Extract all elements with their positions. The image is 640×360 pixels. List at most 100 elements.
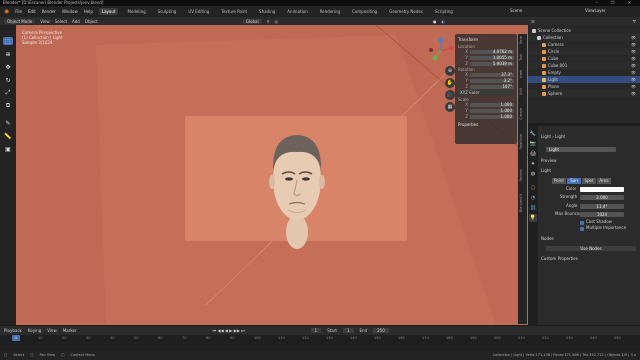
playback-controls[interactable]: ⏮ ◀◀ ◀ ▶ ▶▶ ⏭	[213, 328, 245, 333]
timeline-menu-marker[interactable]: Marker	[63, 328, 77, 333]
blender-logo-icon[interactable]: ◉	[4, 8, 9, 15]
mode-selector[interactable]: Object Mode	[4, 18, 36, 24]
outliner-row[interactable]: Sphere 👁	[528, 90, 640, 97]
end-frame-field[interactable]: 250	[373, 328, 389, 333]
tab-sculpting[interactable]: Sculpting	[155, 8, 180, 15]
select-box-tool-icon[interactable]: ⬚	[3, 37, 13, 45]
constraint-props-icon[interactable]: ⛓	[529, 204, 537, 212]
zoom-icon[interactable]: ⊕	[445, 66, 455, 76]
current-frame-field[interactable]: 1	[310, 328, 322, 333]
rotation-mode-select[interactable]: XYZ Euler	[458, 90, 514, 95]
scale-tool-icon[interactable]: ⤢	[3, 89, 13, 97]
move-tool-icon[interactable]: ✥	[3, 63, 13, 71]
light-type-spot[interactable]: Spot	[582, 178, 596, 184]
tab-animation[interactable]: Animation	[284, 8, 310, 15]
tool-props-icon[interactable]: 🔧	[529, 130, 537, 138]
light-type-area[interactable]: Area	[597, 178, 611, 184]
menu-edit[interactable]: Edit	[28, 9, 36, 14]
color-swatch[interactable]	[580, 187, 624, 192]
location-x-row[interactable]: X 4.0762 m	[458, 49, 514, 54]
max-bounces-field[interactable]: 1024	[580, 212, 624, 217]
outliner-filter-icon[interactable]: ⛛	[633, 19, 640, 24]
add-cube-tool-icon[interactable]: ▣	[3, 145, 13, 153]
use-nodes-button[interactable]: Use Nodes	[546, 246, 636, 251]
light-type-point[interactable]: Point	[552, 178, 566, 184]
custom-properties-header[interactable]: Custom Properties	[541, 256, 578, 262]
sidebar-tab-blenderkit[interactable]: BlenderKit	[519, 194, 526, 212]
cursor-tool-icon[interactable]: ⊕	[3, 50, 13, 58]
menu-file[interactable]: File	[15, 9, 22, 14]
location-z-row[interactable]: Z 5.9039 m	[458, 61, 514, 66]
physics-props-icon[interactable]: ◔	[529, 194, 537, 202]
eye-icon[interactable]: 👁	[631, 62, 636, 69]
location-y-row[interactable]: Y 1.0055 m	[458, 55, 514, 60]
timeline-menu-playback[interactable]: Playback	[4, 328, 22, 333]
menu-render[interactable]: Render	[42, 9, 56, 14]
eye-icon[interactable]: 👁	[631, 48, 636, 55]
rotation-y-row[interactable]: Y 3.2°	[458, 78, 514, 83]
render-props-icon[interactable]: 📷	[529, 140, 537, 148]
light-data-props-icon[interactable]: 💡	[529, 214, 537, 222]
scene-selector[interactable]: Scene	[510, 8, 522, 13]
tab-layout[interactable]: Layout	[98, 8, 119, 15]
tab-rendering[interactable]: Rendering	[317, 8, 343, 15]
sidebar-tab-realtime[interactable]: Realtime	[519, 134, 526, 149]
shading-solid-icon[interactable]: ●	[433, 19, 437, 24]
rotation-z-row[interactable]: Z 107°	[458, 84, 514, 89]
sidebar-tab-edit[interactable]: Edit	[519, 88, 526, 95]
outliner-row[interactable]: Collection 👁	[528, 34, 640, 41]
snap-icon[interactable]: ⚲	[267, 19, 270, 24]
scale-y-row[interactable]: Y 1.000	[458, 108, 514, 113]
outliner-row[interactable]: Cube.001 👁	[528, 62, 640, 69]
tab-shading[interactable]: Shading	[256, 8, 278, 15]
measure-tool-icon[interactable]: 📏	[3, 132, 13, 140]
sidebar-tab-view[interactable]: View	[519, 70, 526, 78]
viewport-menu-select[interactable]: Select	[55, 19, 67, 24]
transform-tool-icon[interactable]: ⧉	[3, 102, 13, 110]
properties-header[interactable]: Properties	[458, 122, 514, 127]
navigation-gizmo[interactable]	[426, 36, 456, 66]
perspective-grid-icon[interactable]: ▦	[445, 102, 455, 112]
scene-props-icon[interactable]: ✦	[529, 160, 537, 168]
timeline-menu-view[interactable]: View	[47, 328, 57, 333]
shading-rendered-icon[interactable]: ◐	[442, 19, 446, 24]
orientation-selector[interactable]: Global	[242, 18, 262, 24]
nodes-panel-header[interactable]: Nodes	[541, 236, 554, 242]
light-datablock-field[interactable]: Light	[546, 147, 616, 152]
viewport-menu-view[interactable]: View	[40, 19, 50, 24]
outliner-row[interactable]: Camera 👁	[528, 41, 640, 48]
outliner-row[interactable]: Plane 👁	[528, 83, 640, 90]
rotation-x-row[interactable]: X 37.3°	[458, 72, 514, 77]
outliner-row[interactable]: Empty 👁	[528, 69, 640, 76]
eye-icon[interactable]: 👁	[631, 41, 636, 48]
light-type-sun[interactable]: Sun	[567, 178, 581, 184]
outliner-row[interactable]: Cube 👁	[528, 55, 640, 62]
preview-panel-header[interactable]: Preview	[541, 158, 557, 164]
start-frame-field[interactable]: 1	[342, 328, 354, 333]
tab-texture-paint[interactable]: Texture Paint	[218, 8, 250, 15]
tab-geometry-nodes[interactable]: Geometry Nodes	[386, 8, 426, 15]
eye-icon[interactable]: 👁	[631, 90, 636, 97]
camera-view-icon[interactable]: 🎥	[445, 90, 455, 100]
menu-window[interactable]: Window	[62, 9, 78, 14]
tab-compositing[interactable]: Compositing	[349, 8, 380, 15]
cast-shadow-checkbox[interactable]	[580, 221, 584, 225]
multiple-importance-checkbox[interactable]	[580, 227, 584, 231]
scale-z-row[interactable]: Z 1.000	[458, 114, 514, 119]
sidebar-tab-render[interactable]: Render	[519, 169, 526, 181]
light-panel-header[interactable]: Light	[541, 168, 551, 174]
annotate-tool-icon[interactable]: ✎	[3, 119, 13, 127]
menu-help[interactable]: Help	[84, 9, 93, 14]
pan-hand-icon[interactable]: ✋	[445, 78, 455, 88]
eye-icon[interactable]: 👁	[631, 76, 636, 83]
world-props-icon[interactable]: ◍	[529, 170, 537, 178]
eye-icon[interactable]: 👁	[631, 83, 636, 90]
eye-icon[interactable]: 👁	[631, 34, 636, 41]
tab-uv-editing[interactable]: UV Editing	[185, 8, 212, 15]
tab-scripting[interactable]: Scripting	[432, 8, 456, 15]
viewport-menu-add[interactable]: Add	[72, 19, 80, 24]
output-props-icon[interactable]: 🖨	[529, 150, 537, 158]
rotate-tool-icon[interactable]: ↻	[3, 76, 13, 84]
angle-field[interactable]: 11.4°	[580, 204, 624, 209]
strength-field[interactable]: 2.000	[580, 195, 624, 200]
